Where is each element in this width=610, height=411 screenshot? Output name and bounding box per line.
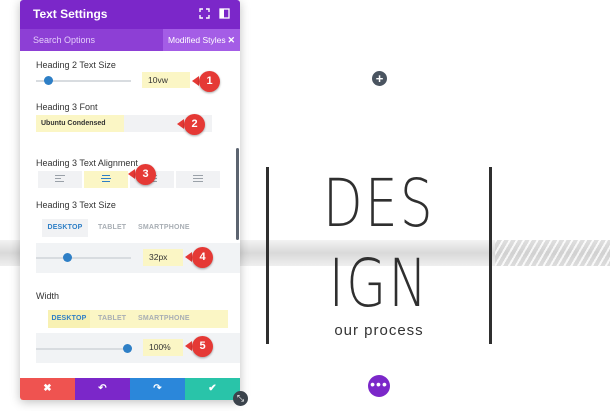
h3-size-device-tabs: DESKTOP TABLET SMARTPHONE xyxy=(42,219,222,237)
tab-desktop[interactable]: DESKTOP xyxy=(48,310,90,328)
panel-subheader: Search Options Modified Styles ✕ xyxy=(20,29,240,51)
width-input[interactable]: 100% xyxy=(143,339,183,356)
align-center-icon xyxy=(101,175,111,184)
annotation-pointer xyxy=(185,341,192,351)
design-subtitle: our process xyxy=(334,322,424,339)
h2-size-label: Heading 2 Text Size xyxy=(36,60,116,70)
tab-desktop[interactable]: DESKTOP xyxy=(42,219,88,237)
design-right-border xyxy=(489,167,492,344)
builder-canvas: + DES IGN our process ••• Text Settings … xyxy=(0,0,610,411)
resize-handle-icon[interactable]: ⤡ xyxy=(233,391,248,406)
h2-size-input[interactable]: 10vw xyxy=(142,72,190,88)
tab-tablet[interactable]: TABLET xyxy=(98,219,126,237)
align-left-icon xyxy=(55,175,65,184)
panel-scrollbar[interactable] xyxy=(236,148,239,240)
panel-header: Text Settings xyxy=(20,0,240,29)
h2-size-slider-knob[interactable] xyxy=(44,76,53,85)
undo-icon: ↶ xyxy=(98,383,107,394)
width-device-tabs: DESKTOP TABLET SMARTPHONE xyxy=(48,310,228,328)
align-left-button[interactable] xyxy=(38,171,82,188)
add-section-plus-icon[interactable]: + xyxy=(372,71,387,86)
module-more-options-icon[interactable]: ••• xyxy=(368,375,390,397)
width-slider-track[interactable] xyxy=(36,348,131,350)
close-icon[interactable]: ✕ xyxy=(227,29,235,51)
design-heading-line2: IGN xyxy=(328,245,430,322)
expand-icon[interactable] xyxy=(198,8,210,20)
cancel-button[interactable]: ✖ xyxy=(20,378,75,400)
annotation-badge-4: 4 xyxy=(192,247,213,268)
h3-size-input[interactable]: 32px xyxy=(143,249,183,266)
undo-button[interactable]: ↶ xyxy=(75,378,130,400)
h3-size-label: Heading 3 Text Size xyxy=(36,200,116,210)
redo-icon: ↷ xyxy=(153,383,162,394)
annotation-badge-1: 1 xyxy=(199,71,220,92)
annotation-pointer xyxy=(192,76,199,86)
annotation-pointer xyxy=(177,119,184,129)
width-label: Width xyxy=(36,291,60,301)
modified-styles-filter[interactable]: Modified Styles ✕ xyxy=(163,29,240,51)
tab-smartphone[interactable]: SMARTPHONE xyxy=(138,219,190,237)
panel-footer: ✖ ↶ ↷ ✔ xyxy=(20,378,240,400)
annotation-badge-2: 2 xyxy=(184,114,205,135)
panel-title: Text Settings xyxy=(33,7,108,21)
save-button[interactable]: ✔ xyxy=(185,378,240,400)
annotation-badge-5: 5 xyxy=(192,336,213,357)
annotation-pointer xyxy=(128,169,135,179)
h3-align-label: Heading 3 Text Alignment xyxy=(36,158,138,168)
width-slider-knob[interactable] xyxy=(123,344,132,353)
search-options-input[interactable]: Search Options xyxy=(33,35,95,45)
tab-tablet[interactable]: TABLET xyxy=(98,310,126,328)
h3-size-slider-knob[interactable] xyxy=(63,253,72,262)
annotation-pointer xyxy=(185,252,192,262)
align-justify-icon xyxy=(193,175,203,184)
sidebar-toggle-icon[interactable] xyxy=(218,8,230,20)
background-image-fragment xyxy=(495,240,610,266)
check-icon: ✔ xyxy=(208,383,217,394)
align-justify-button[interactable] xyxy=(176,171,220,188)
annotation-badge-3: 3 xyxy=(135,164,156,185)
h3-font-value[interactable]: Ubuntu Condensed xyxy=(36,115,124,132)
design-left-border xyxy=(266,167,269,344)
close-icon: ✖ xyxy=(43,383,52,394)
h3-font-label: Heading 3 Font xyxy=(36,102,98,112)
modified-styles-label: Modified Styles xyxy=(168,35,226,45)
align-center-button[interactable] xyxy=(84,171,128,188)
redo-button[interactable]: ↷ xyxy=(130,378,185,400)
design-heading-line1: DES xyxy=(323,165,435,242)
h3-size-slider-track[interactable] xyxy=(36,257,131,259)
tab-smartphone[interactable]: SMARTPHONE xyxy=(138,310,190,328)
